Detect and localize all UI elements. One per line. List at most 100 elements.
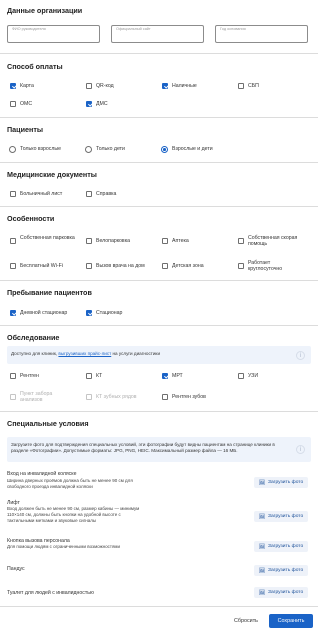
image-icon: 🖼: [258, 480, 265, 486]
divider: [0, 606, 318, 607]
payment-option-label: СБП: [248, 83, 259, 89]
patients-children-radio[interactable]: [85, 146, 92, 153]
payment-option-label: QR-код: [96, 83, 114, 89]
divider: [0, 325, 318, 326]
upload-photo-button[interactable]: 🖼 Загрузить фото: [254, 511, 308, 522]
upload-photo-button[interactable]: 🖼 Загрузить фото: [254, 477, 308, 488]
image-icon: 🖼: [258, 568, 265, 574]
patients-option-label: Только дети: [96, 146, 125, 152]
feature-ambulance-checkbox[interactable]: [238, 238, 244, 244]
section-title-special: Специальные условия: [7, 419, 89, 428]
feature-option-label: Детская зона: [172, 263, 204, 269]
payment-dms-checkbox[interactable]: [86, 101, 92, 107]
documents-option-label: Больничный лист: [20, 191, 63, 197]
condition-desc: Для помощи людям с ограниченными возможн…: [7, 544, 120, 549]
payment-option-label: Карта: [20, 83, 34, 89]
patients-option-label: Взрослые и дети: [172, 146, 213, 152]
section-title-patients: Пациенты: [7, 125, 43, 134]
section-title-payment: Способ оплаты: [7, 62, 63, 71]
patients-option-label: Только взрослые: [20, 146, 61, 152]
feature-option-label: Аптека: [172, 238, 189, 244]
save-button[interactable]: Сохранить: [269, 614, 313, 628]
image-icon: 🖼: [258, 514, 265, 520]
feature-bike-parking-checkbox[interactable]: [86, 238, 92, 244]
condition-title: Вход на инвалидной коляске: [7, 471, 77, 477]
section-title-features: Особенности: [7, 214, 55, 223]
payment-sbp-checkbox[interactable]: [238, 83, 244, 89]
exam-lab-checkbox: [10, 394, 16, 400]
documents-option-label: Справка: [96, 191, 117, 197]
condition-title: Туалет для людей с инвалидностью: [7, 590, 94, 596]
exam-dental-ct-checkbox: [86, 394, 92, 400]
payment-oms-checkbox[interactable]: [10, 101, 16, 107]
exam-ct-checkbox[interactable]: [86, 373, 92, 379]
image-icon: 🖼: [258, 590, 265, 596]
exam-option-label: МРТ: [172, 373, 183, 379]
feature-option-label: Собственная скорая помощь: [248, 235, 298, 248]
section-title-exam: Обследование: [7, 333, 60, 342]
info-icon: i: [296, 351, 305, 360]
payment-cash-checkbox[interactable]: [162, 83, 168, 89]
exam-dental-xray-checkbox[interactable]: [162, 394, 168, 400]
divider: [0, 53, 318, 54]
condition-desc: Ширина дверных проёмов должна быть не ме…: [7, 478, 133, 489]
stay-option-label: Стационар: [96, 310, 123, 316]
feature-wifi-checkbox[interactable]: [10, 263, 16, 269]
upload-photo-button[interactable]: 🖼 Загрузить фото: [254, 565, 308, 576]
payment-option-label: ОМС: [20, 101, 33, 107]
divider: [0, 280, 318, 281]
feature-parking-checkbox[interactable]: [10, 238, 16, 244]
stay-hospital-checkbox[interactable]: [86, 310, 92, 316]
exam-option-label: КТ: [96, 373, 103, 379]
payment-option-label: Наличные: [172, 83, 197, 89]
stay-day-hospital-checkbox[interactable]: [10, 310, 16, 316]
exam-option-label: УЗИ: [248, 373, 259, 379]
exam-info-text: Доступно для клиник, выгрузивших прайс-л…: [11, 351, 161, 356]
exam-mri-checkbox[interactable]: [162, 373, 168, 379]
director-name-field[interactable]: ФИО руководителя: [7, 25, 100, 43]
feature-option-label: Вызов врача на дом: [96, 263, 145, 269]
condition-desc: Вход должен быть не менее 90 см, размер …: [7, 506, 140, 523]
documents-sick-leave-checkbox[interactable]: [10, 191, 16, 197]
reset-button[interactable]: Сбросить: [227, 614, 265, 628]
feature-24h-checkbox[interactable]: [238, 263, 244, 269]
exam-xray-checkbox[interactable]: [10, 373, 16, 379]
special-info-banner: Загрузите фото для подтверждения специал…: [7, 437, 311, 462]
feature-option-label: Велопарковка: [96, 238, 130, 244]
feature-option-label: Бесплатный Wi-Fi: [20, 263, 63, 269]
website-field[interactable]: Официальный сайт: [111, 25, 204, 43]
exam-option-label: Рентген: [20, 373, 39, 379]
patients-adults-radio[interactable]: [9, 146, 16, 153]
info-icon: i: [296, 445, 305, 454]
exam-option-label: Пункт забора анализов: [20, 391, 53, 404]
image-icon: 🖼: [258, 544, 265, 550]
exam-option-label: КТ зубных рядов: [96, 394, 137, 400]
feature-option-label: Собственная парковка: [20, 235, 75, 241]
divider: [0, 117, 318, 118]
payment-qr-checkbox[interactable]: [86, 83, 92, 89]
price-list-link[interactable]: выгрузивших прайс-лист: [58, 351, 111, 356]
payment-option-label: ДМС: [96, 101, 108, 107]
feature-pharmacy-checkbox[interactable]: [162, 238, 168, 244]
feature-option-label: Работает круглосуточно: [248, 260, 283, 273]
condition-title: Пандус: [7, 566, 25, 572]
exam-ultrasound-checkbox[interactable]: [238, 373, 244, 379]
section-title-documents: Медицинские документы: [7, 170, 97, 179]
special-info-text: Загрузите фото для подтверждения специал…: [11, 442, 275, 453]
feature-kids-zone-checkbox[interactable]: [162, 263, 168, 269]
exam-option-label: Рентген зубов: [172, 394, 206, 400]
section-title-org: Данные организации: [7, 6, 83, 15]
patients-both-radio[interactable]: [161, 146, 168, 153]
feature-home-visit-checkbox[interactable]: [86, 263, 92, 269]
exam-info-banner: Доступно для клиник, выгрузивших прайс-л…: [7, 346, 311, 364]
stay-option-label: Дневной стационар: [20, 310, 68, 316]
upload-photo-button[interactable]: 🖼 Загрузить фото: [254, 587, 308, 598]
payment-card-checkbox[interactable]: [10, 83, 16, 89]
founded-year-field[interactable]: Год основания: [215, 25, 308, 43]
divider: [0, 162, 318, 163]
upload-photo-button[interactable]: 🖼 Загрузить фото: [254, 541, 308, 552]
documents-certificate-checkbox[interactable]: [86, 191, 92, 197]
divider: [0, 411, 318, 412]
divider: [0, 206, 318, 207]
section-title-stay: Пребывание пациентов: [7, 288, 92, 297]
